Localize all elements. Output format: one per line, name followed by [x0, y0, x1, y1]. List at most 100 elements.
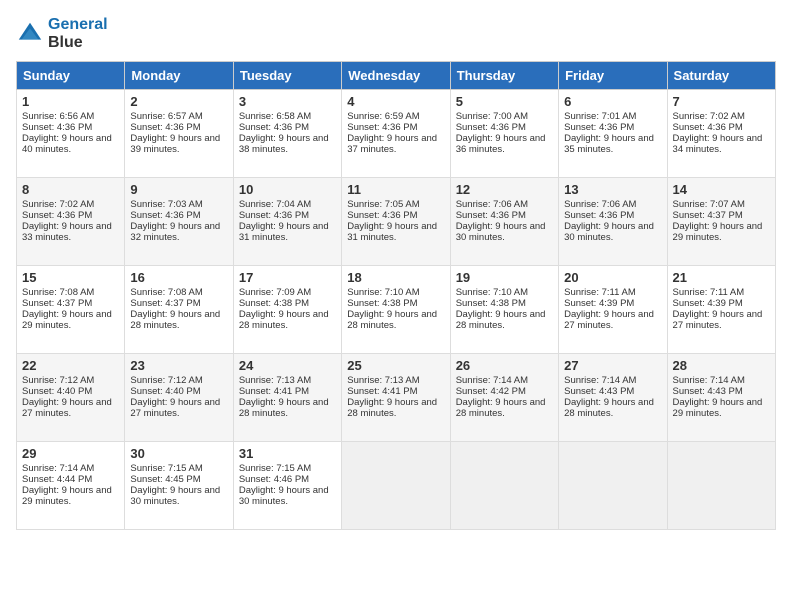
page-container: General Blue SundayMondayTuesdayWednesda… [0, 0, 792, 538]
calendar-week: 8 Sunrise: 7:02 AM Sunset: 4:36 PM Daylight… [17, 178, 776, 266]
day-info: Sunrise: 6:59 AM [347, 111, 444, 122]
day-number: 31 [239, 446, 336, 461]
day-info: Sunset: 4:36 PM [347, 122, 444, 133]
day-number: 1 [22, 94, 119, 109]
day-number: 23 [130, 358, 227, 373]
day-info: Sunset: 4:38 PM [456, 298, 553, 309]
day-info: Daylight: 9 hours and 34 minutes. [673, 133, 770, 155]
day-info: Sunrise: 7:13 AM [347, 375, 444, 386]
day-info: Sunset: 4:36 PM [456, 210, 553, 221]
weekday-header: Tuesday [233, 62, 341, 90]
calendar-day: 11Sunrise: 7:05 AMSunset: 4:36 PMDayligh… [342, 178, 450, 266]
day-number: 14 [673, 182, 770, 197]
day-info: Sunrise: 7:12 AM [130, 375, 227, 386]
day-info: Daylight: 9 hours and 37 minutes. [347, 133, 444, 155]
weekday-header: Sunday [17, 62, 125, 90]
logo: General Blue [16, 16, 108, 51]
day-info: Sunrise: 7:14 AM [22, 463, 119, 474]
calendar-day: 10Sunrise: 7:04 AMSunset: 4:36 PMDayligh… [233, 178, 341, 266]
calendar-day: 4 Sunrise: 6:59 AMSunset: 4:36 PMDaylight… [342, 90, 450, 178]
day-number: 3 [239, 94, 336, 109]
day-info: Sunset: 4:36 PM [130, 210, 227, 221]
day-info: Sunrise: 7:02 AM [22, 199, 119, 210]
day-number: 8 [22, 182, 119, 197]
day-number: 30 [130, 446, 227, 461]
day-info: Sunrise: 7:06 AM [564, 199, 661, 210]
day-number: 2 [130, 94, 227, 109]
day-info: Sunrise: 7:14 AM [456, 375, 553, 386]
calendar-day: 19Sunrise: 7:10 AMSunset: 4:38 PMDayligh… [450, 266, 558, 354]
day-info: Sunrise: 7:01 AM [564, 111, 661, 122]
day-info: Daylight: 9 hours and 38 minutes. [239, 133, 336, 155]
day-info: Sunset: 4:46 PM [239, 474, 336, 485]
weekday-header: Friday [559, 62, 667, 90]
day-info: Daylight: 9 hours and 28 minutes. [347, 397, 444, 419]
day-number: 6 [564, 94, 661, 109]
day-info: Sunrise: 7:15 AM [239, 463, 336, 474]
day-info: Sunrise: 7:08 AM [130, 287, 227, 298]
day-info: Daylight: 9 hours and 29 minutes. [22, 309, 119, 331]
day-number: 25 [347, 358, 444, 373]
calendar-day: 23Sunrise: 7:12 AMSunset: 4:40 PMDayligh… [125, 354, 233, 442]
day-info: Sunrise: 7:12 AM [22, 375, 119, 386]
day-info: Sunset: 4:44 PM [22, 474, 119, 485]
day-info: Sunrise: 7:14 AM [673, 375, 770, 386]
day-info: Daylight: 9 hours and 28 minutes. [239, 397, 336, 419]
calendar-day: 28Sunrise: 7:14 AMSunset: 4:43 PMDayligh… [667, 354, 775, 442]
day-info: Sunrise: 7:14 AM [564, 375, 661, 386]
day-info: Sunset: 4:37 PM [22, 298, 119, 309]
day-info: Sunset: 4:42 PM [456, 386, 553, 397]
day-info: Daylight: 9 hours and 29 minutes. [673, 397, 770, 419]
calendar-day: 31 Sunrise: 7:15 AMSunset: 4:46 PMDayligh… [233, 442, 341, 530]
day-info: Sunrise: 7:10 AM [347, 287, 444, 298]
day-info: Sunset: 4:43 PM [673, 386, 770, 397]
day-info: Sunset: 4:45 PM [130, 474, 227, 485]
day-info: Daylight: 9 hours and 29 minutes. [673, 221, 770, 243]
weekday-header: Monday [125, 62, 233, 90]
day-number: 19 [456, 270, 553, 285]
day-info: Sunset: 4:36 PM [239, 122, 336, 133]
day-info: Sunrise: 7:15 AM [130, 463, 227, 474]
weekday-header: Wednesday [342, 62, 450, 90]
calendar-day: 24Sunrise: 7:13 AMSunset: 4:41 PMDayligh… [233, 354, 341, 442]
day-info: Daylight: 9 hours and 27 minutes. [564, 309, 661, 331]
calendar-day: 25Sunrise: 7:13 AMSunset: 4:41 PMDayligh… [342, 354, 450, 442]
day-info: Daylight: 9 hours and 28 minutes. [239, 309, 336, 331]
day-info: Sunset: 4:40 PM [130, 386, 227, 397]
day-number: 16 [130, 270, 227, 285]
calendar-day: 18Sunrise: 7:10 AMSunset: 4:38 PMDayligh… [342, 266, 450, 354]
day-info: Sunset: 4:36 PM [347, 210, 444, 221]
day-info: Daylight: 9 hours and 27 minutes. [22, 397, 119, 419]
day-number: 10 [239, 182, 336, 197]
day-info: Daylight: 9 hours and 30 minutes. [239, 485, 336, 507]
day-info: Sunrise: 6:56 AM [22, 111, 119, 122]
calendar-day: 29Sunrise: 7:14 AMSunset: 4:44 PMDayligh… [17, 442, 125, 530]
calendar-day: 21Sunrise: 7:11 AMSunset: 4:39 PMDayligh… [667, 266, 775, 354]
day-info: Sunrise: 7:06 AM [456, 199, 553, 210]
calendar-day: 5Sunrise: 7:00 AMSunset: 4:36 PMDaylight… [450, 90, 558, 178]
day-info: Sunrise: 6:58 AM [239, 111, 336, 122]
day-info: Sunrise: 7:05 AM [347, 199, 444, 210]
day-info: Sunrise: 7:00 AM [456, 111, 553, 122]
day-info: Daylight: 9 hours and 40 minutes. [22, 133, 119, 155]
day-info: Daylight: 9 hours and 30 minutes. [130, 485, 227, 507]
calendar-day: 14Sunrise: 7:07 AMSunset: 4:37 PMDayligh… [667, 178, 775, 266]
day-info: Daylight: 9 hours and 27 minutes. [673, 309, 770, 331]
day-number: 7 [673, 94, 770, 109]
calendar-day: 27Sunrise: 7:14 AMSunset: 4:43 PMDayligh… [559, 354, 667, 442]
day-number: 27 [564, 358, 661, 373]
day-number: 11 [347, 182, 444, 197]
calendar-week: 22Sunrise: 7:12 AMSunset: 4:40 PMDayligh… [17, 354, 776, 442]
calendar-day: 9Sunrise: 7:03 AMSunset: 4:36 PMDaylight… [125, 178, 233, 266]
day-info: Sunset: 4:38 PM [239, 298, 336, 309]
day-number: 24 [239, 358, 336, 373]
day-number: 13 [564, 182, 661, 197]
day-info: Sunset: 4:39 PM [564, 298, 661, 309]
page-header: General Blue [16, 16, 776, 51]
day-number: 20 [564, 270, 661, 285]
day-info: Daylight: 9 hours and 33 minutes. [22, 221, 119, 243]
calendar-day: 20Sunrise: 7:11 AMSunset: 4:39 PMDayligh… [559, 266, 667, 354]
day-number: 4 [347, 94, 444, 109]
day-info: Daylight: 9 hours and 30 minutes. [564, 221, 661, 243]
calendar-day: 13Sunrise: 7:06 AMSunset: 4:36 PMDayligh… [559, 178, 667, 266]
